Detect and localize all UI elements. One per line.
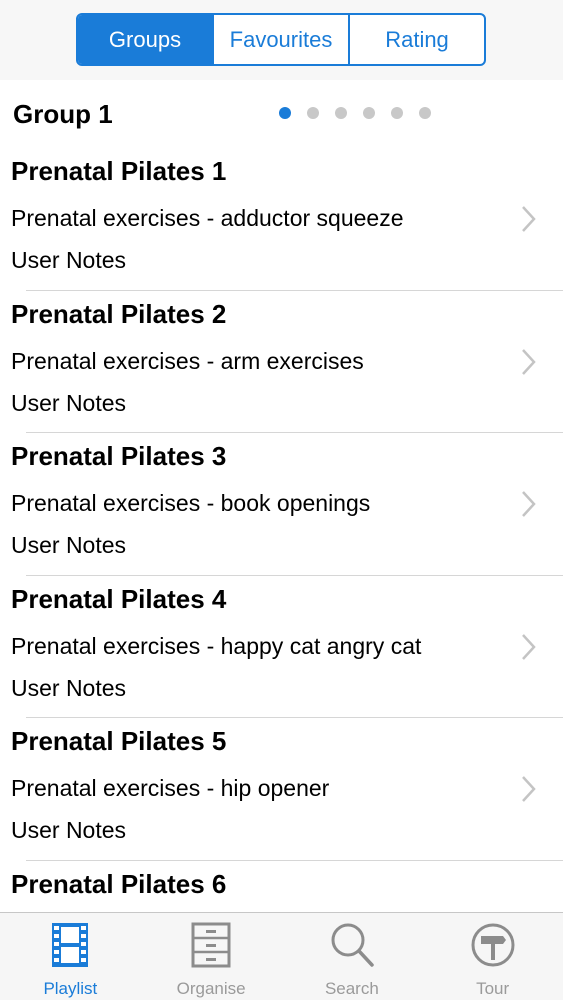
list-item[interactable]: Prenatal Pilates 1 Prenatal exercises - … xyxy=(0,148,563,291)
film-strip-icon xyxy=(52,923,89,967)
item-title: Prenatal Pilates 2 xyxy=(11,298,227,329)
tab-tour[interactable]: Tour xyxy=(422,913,563,1000)
page-dot-5[interactable] xyxy=(391,107,403,119)
view-segmented-control: Groups Favourites Rating xyxy=(76,13,486,66)
item-title: Prenatal Pilates 3 xyxy=(11,441,227,471)
page-indicator[interactable] xyxy=(279,107,431,119)
list-item[interactable]: Prenatal Pilates 3 Prenatal exercises - … xyxy=(0,433,563,576)
magnifier-icon xyxy=(331,923,374,967)
item-notes: User Notes xyxy=(11,532,127,558)
item-notes: User Notes xyxy=(11,389,127,416)
tab-organise[interactable]: Organise xyxy=(141,913,282,1000)
tab-search[interactable]: Search xyxy=(282,913,423,1000)
page-dot-1[interactable] xyxy=(279,107,291,119)
item-subtitle: Prenatal exercises - happy cat angry cat xyxy=(11,632,422,659)
item-subtitle: Prenatal exercises - adductor squeeze xyxy=(11,205,404,231)
page-dot-4[interactable] xyxy=(363,107,375,119)
segment-rating[interactable]: Rating xyxy=(350,15,484,64)
page-dot-6[interactable] xyxy=(419,107,431,119)
segment-favourites[interactable]: Favourites xyxy=(214,15,350,64)
group-title: Group 1 xyxy=(13,99,113,129)
cabinet-icon xyxy=(191,922,231,968)
tab-bar: Playlist Organise Search Tour xyxy=(0,912,563,1000)
chevron-right-icon xyxy=(522,348,536,375)
page-dot-3[interactable] xyxy=(335,107,347,119)
item-notes: User Notes xyxy=(11,247,127,273)
tab-label: Playlist xyxy=(43,979,98,998)
list-item[interactable]: Prenatal Pilates 5 Prenatal exercises - … xyxy=(0,718,563,861)
item-subtitle: Prenatal exercises - arm exercises xyxy=(11,347,364,374)
list-item[interactable]: Prenatal Pilates 2 Prenatal exercises - … xyxy=(0,291,563,433)
item-title: Prenatal Pilates 1 xyxy=(11,156,227,186)
tab-playlist[interactable]: Playlist xyxy=(0,913,141,1000)
chevron-right-icon xyxy=(522,776,536,802)
chevron-right-icon xyxy=(522,491,536,517)
tab-label: Tour xyxy=(476,979,510,998)
item-title: Prenatal Pilates 4 xyxy=(11,583,227,614)
tab-label: Search xyxy=(324,979,379,998)
item-subtitle: Prenatal exercises - hip opener xyxy=(11,775,330,801)
top-bar: Groups Favourites Rating xyxy=(0,0,563,80)
item-title: Prenatal Pilates 5 xyxy=(11,726,227,756)
chevron-right-icon xyxy=(522,206,536,232)
item-title: Prenatal Pilates 6 xyxy=(11,868,227,899)
exercise-list: Prenatal Pilates 1 Prenatal exercises - … xyxy=(0,148,563,1000)
item-notes: User Notes xyxy=(11,674,127,701)
tab-label: Organise xyxy=(176,979,246,998)
item-subtitle: Prenatal exercises - book openings xyxy=(11,490,371,516)
page-dot-2[interactable] xyxy=(307,107,319,119)
segment-groups[interactable]: Groups xyxy=(78,15,214,64)
list-item[interactable]: Prenatal Pilates 4 Prenatal exercises - … xyxy=(0,576,563,718)
chevron-right-icon xyxy=(522,633,536,660)
item-notes: User Notes xyxy=(11,817,127,843)
signpost-icon xyxy=(471,923,515,967)
